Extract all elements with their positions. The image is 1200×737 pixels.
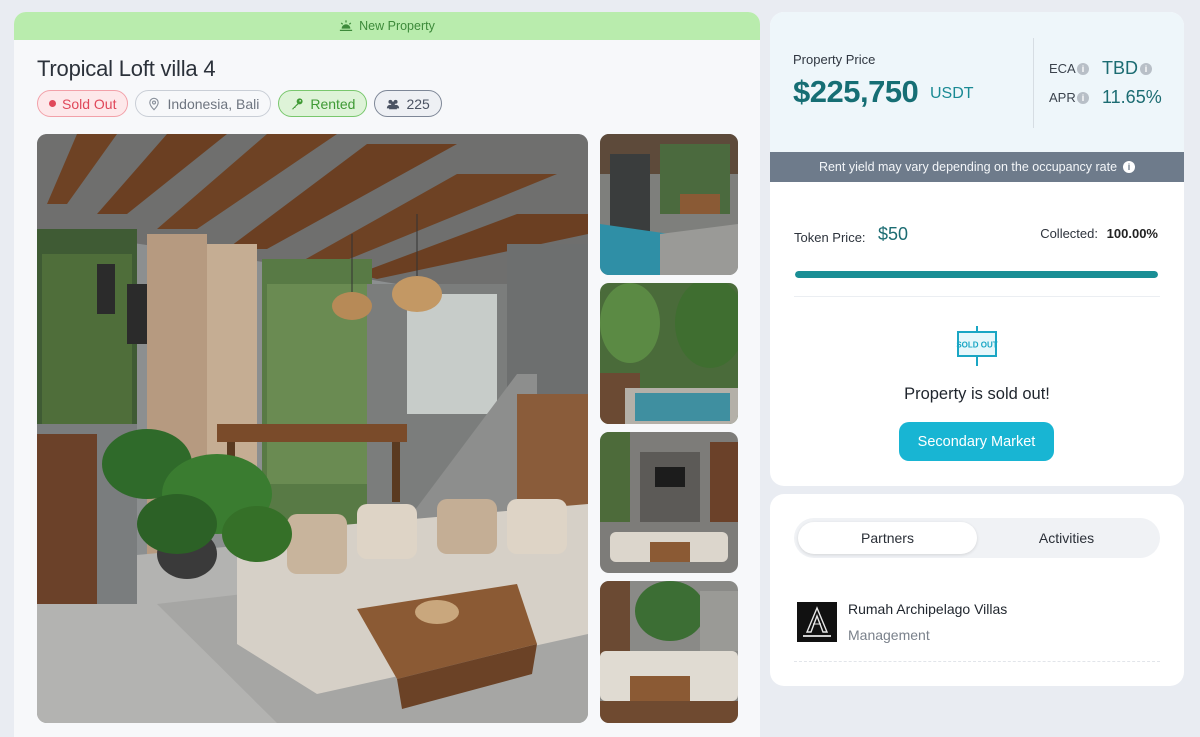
eca-label: ECA (1049, 61, 1076, 76)
banner-label: New Property (359, 19, 435, 33)
apr-value: 11.65% (1102, 87, 1162, 107)
property-price-label: Property Price (793, 52, 876, 67)
thumbnail-lounge[interactable] (600, 581, 738, 723)
partners-tabbar: Partners Activities (794, 518, 1160, 558)
sun-icon (340, 20, 353, 31)
rented-badge: Rented (278, 90, 368, 117)
new-property-banner: New Property (14, 12, 760, 40)
investors-count: 225 (406, 95, 430, 112)
main-property-photo[interactable] (37, 134, 588, 723)
status-dot-icon (49, 100, 56, 107)
sold-out-sign-text: SOLD OUT (956, 341, 997, 350)
tab-activities[interactable]: Activities (977, 522, 1156, 554)
price-divider (1033, 38, 1034, 128)
status-badge: Sold Out (37, 90, 129, 117)
partner-role: Management (848, 627, 930, 643)
apr-row: APR i 11.65% (1049, 87, 1162, 108)
key-icon (292, 97, 303, 109)
sold-out-message: Property is sold out! (904, 385, 1050, 403)
partners-card: Partners Activities Rumah Archipelago Vi… (770, 494, 1184, 686)
rented-label: Rented (310, 95, 356, 112)
price-summary: Property Price $225,750 USDT ECA i TBD i… (770, 12, 1184, 152)
property-price-value: $225,750 (793, 74, 919, 109)
plunge-pool-photo-image (600, 283, 738, 424)
eca-info-icon[interactable]: i (1077, 62, 1089, 75)
location-badge: Indonesia, Bali (135, 90, 272, 117)
rent-yield-note: Rent yield may vary depending on the occ… (770, 152, 1184, 182)
location-pin-icon (149, 97, 160, 110)
divider (794, 296, 1160, 297)
price-card: Property Price $225,750 USDT ECA i TBD i… (770, 12, 1184, 486)
note-info-icon[interactable]: i (1123, 161, 1136, 173)
collected-value: 100.00% (1106, 226, 1158, 241)
secondary-market-button[interactable]: Secondary Market (899, 422, 1054, 461)
property-title: Tropical Loft villa 4 (37, 56, 216, 81)
token-price-label: Token Price: (794, 230, 866, 245)
partner-logo (797, 602, 837, 642)
apr-info-icon[interactable]: i (1077, 91, 1089, 104)
tab-partners[interactable]: Partners (798, 522, 977, 554)
interior-photo-image (37, 134, 588, 723)
pool-photo-image (600, 134, 738, 275)
users-icon (387, 99, 400, 109)
property-tags: Sold Out Indonesia, Bali Rented 225 (37, 90, 442, 117)
thumbnail-plunge-pool[interactable] (600, 283, 738, 424)
status-label: Sold Out (62, 95, 117, 112)
collected-label: Collected: (1040, 226, 1098, 241)
thumbnail-living-room[interactable] (600, 432, 738, 573)
investors-badge: 225 (374, 90, 442, 117)
sold-out-sign-icon: SOLD OUT (956, 326, 998, 366)
lounge-photo-image (600, 581, 738, 723)
collected-progress-bar (795, 271, 1158, 278)
living-room-photo-image (600, 432, 738, 573)
location-label: Indonesia, Bali (167, 95, 260, 112)
eca-value: TBD (1102, 58, 1138, 78)
rent-yield-note-text: Rent yield may vary depending on the occ… (818, 160, 1118, 174)
eca-row: ECA i TBD i (1049, 58, 1152, 79)
eca-value-info-icon[interactable]: i (1140, 62, 1152, 75)
apr-label: APR (1049, 90, 1076, 105)
token-price-value: $50 (878, 224, 909, 244)
thumbnail-pool[interactable] (600, 134, 738, 275)
partner-name[interactable]: Rumah Archipelago Villas (848, 601, 1007, 617)
partner-divider (794, 661, 1160, 662)
property-card: New Property Tropical Loft villa 4 Sold … (14, 12, 760, 737)
collected-progress-fill (795, 271, 1158, 278)
price-unit: USDT (930, 85, 974, 102)
